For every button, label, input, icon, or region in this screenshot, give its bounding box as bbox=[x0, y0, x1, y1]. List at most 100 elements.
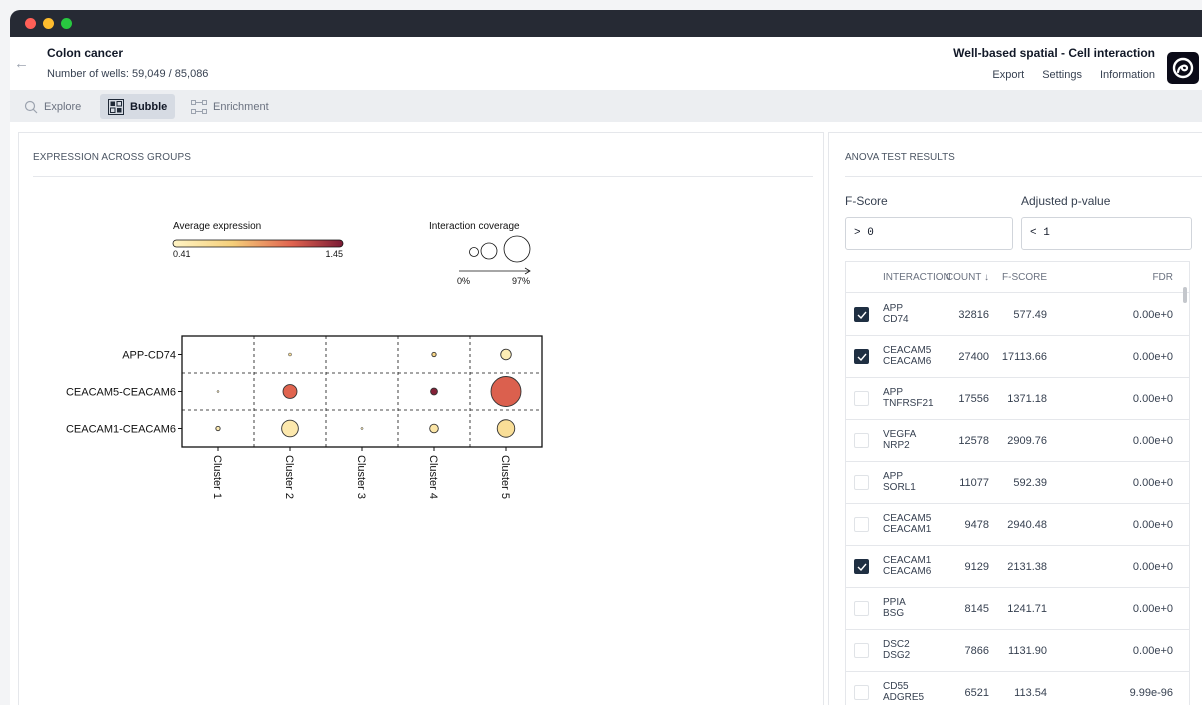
interaction-cell: CD55 ADGRE5 bbox=[883, 681, 924, 703]
back-arrow-icon[interactable]: ← bbox=[14, 55, 29, 72]
bubble-point[interactable] bbox=[496, 419, 516, 438]
bubble-point[interactable] bbox=[288, 352, 292, 357]
fdr-cell: 0.00e+0 bbox=[1132, 351, 1173, 363]
row-checkbox[interactable] bbox=[854, 475, 869, 490]
row-checkbox[interactable] bbox=[854, 601, 869, 616]
ligand-name: CEACAM1 bbox=[883, 555, 932, 566]
checkmark-icon bbox=[857, 563, 867, 571]
x-tick-label: Cluster 3 bbox=[355, 455, 367, 499]
bubble-point[interactable] bbox=[282, 384, 298, 399]
ligand-name: APP bbox=[883, 303, 904, 314]
pvalue-filter-input[interactable]: < 1 bbox=[1021, 217, 1192, 250]
count-cell: 9129 bbox=[964, 561, 989, 573]
bubble-point[interactable] bbox=[430, 387, 438, 396]
fscore-cell: 592.39 bbox=[1013, 477, 1047, 489]
information-link[interactable]: Information bbox=[1100, 69, 1155, 81]
row-checkbox[interactable] bbox=[854, 433, 869, 448]
row-checkbox[interactable] bbox=[854, 391, 869, 406]
interaction-column-header[interactable]: INTERACTION bbox=[883, 272, 951, 283]
anova-panel: ANOVA TEST RESULTS F-Score Adjusted p-va… bbox=[828, 132, 1202, 705]
table-row[interactable]: VEGFA NRP2 12578 2909.76 0.00e+0 bbox=[846, 420, 1189, 462]
row-checkbox[interactable] bbox=[854, 349, 869, 364]
bubble-label: Bubble bbox=[130, 100, 168, 113]
row-checkbox[interactable] bbox=[854, 685, 869, 700]
receptor-name: DSG2 bbox=[883, 650, 911, 661]
explore-label: Explore bbox=[44, 100, 82, 113]
explore-tab[interactable]: Explore bbox=[16, 94, 89, 119]
bubble-point[interactable] bbox=[360, 427, 364, 430]
receptor-name: TNFRSF21 bbox=[883, 398, 934, 409]
bubble-point[interactable] bbox=[215, 425, 221, 432]
row-checkbox[interactable] bbox=[854, 517, 869, 532]
color-legend-max: 1.45 bbox=[325, 249, 343, 259]
anova-results-table: INTERACTION COUNT ↓ F-SCORE FDR APP CD74 3… bbox=[845, 261, 1190, 705]
bubble-tab[interactable]: Bubble bbox=[100, 94, 176, 119]
fscore-filter-input[interactable]: > 0 bbox=[845, 217, 1013, 250]
checkmark-icon bbox=[857, 353, 867, 361]
bubble-point[interactable] bbox=[429, 423, 439, 434]
row-checkbox[interactable] bbox=[854, 307, 869, 322]
interaction-cell: PPIA BSG bbox=[883, 597, 906, 619]
analysis-mode-title: Well-based spatial - Cell interaction bbox=[953, 46, 1155, 60]
table-row[interactable]: APP TNFRSF21 17556 1371.18 0.00e+0 bbox=[846, 378, 1189, 420]
enrichment-label: Enrichment bbox=[213, 100, 269, 113]
interaction-cell: VEGFA NRP2 bbox=[883, 429, 916, 451]
maximize-window-button[interactable] bbox=[61, 18, 72, 29]
table-row[interactable]: CEACAM1 CEACAM6 9129 2131.38 0.00e+0 bbox=[846, 546, 1189, 588]
export-link[interactable]: Export bbox=[992, 69, 1024, 81]
size-legend-title: Interaction coverage bbox=[429, 221, 520, 232]
settings-link[interactable]: Settings bbox=[1042, 69, 1082, 81]
bubble-point[interactable] bbox=[500, 348, 512, 361]
fscore-cell: 2131.38 bbox=[1007, 561, 1047, 573]
count-cell: 27400 bbox=[958, 351, 989, 363]
fdr-cell: 0.00e+0 bbox=[1132, 645, 1173, 657]
table-row[interactable]: CD55 ADGRE5 6521 113.54 9.99e-96 bbox=[846, 672, 1189, 705]
wells-count: Number of wells: 59,049 / 85,086 bbox=[47, 68, 209, 80]
bubble-point[interactable] bbox=[431, 351, 437, 358]
row-checkbox[interactable] bbox=[854, 559, 869, 574]
receptor-name: CD74 bbox=[883, 314, 909, 325]
fdr-column-header[interactable]: FDR bbox=[1152, 272, 1173, 283]
table-row[interactable]: PPIA BSG 8145 1241.71 0.00e+0 bbox=[846, 588, 1189, 630]
interaction-cell: APP TNFRSF21 bbox=[883, 387, 934, 409]
bubble-plot-area: APP-CD74 CEACAM5-CEACAM6 CEACAM1-CEACAM6 Cl… bbox=[66, 335, 543, 499]
table-row[interactable]: CEACAM5 CEACAM1 9478 2940.48 0.00e+0 bbox=[846, 504, 1189, 546]
fdr-cell: 0.00e+0 bbox=[1132, 393, 1173, 405]
y-tick-label: CEACAM1-CEACAM6 bbox=[66, 424, 176, 436]
interaction-cell: APP SORL1 bbox=[883, 471, 916, 493]
table-row[interactable]: CEACAM5 CEACAM6 27400 17113.66 0.00e+0 bbox=[846, 336, 1189, 378]
header-menu: Export Settings Information bbox=[992, 69, 1155, 81]
plot-frame bbox=[181, 335, 543, 448]
ligand-name: APP bbox=[883, 387, 904, 398]
minimize-window-button[interactable] bbox=[43, 18, 54, 29]
app-header: ← Colon cancer Number of wells: 59,049 /… bbox=[10, 37, 1202, 89]
row-checkbox[interactable] bbox=[854, 643, 869, 658]
y-tick-label: CEACAM5-CEACAM6 bbox=[66, 387, 176, 399]
bubble-point[interactable] bbox=[490, 376, 522, 407]
fdr-cell: 0.00e+0 bbox=[1132, 309, 1173, 321]
count-column-header[interactable]: COUNT ↓ bbox=[946, 272, 989, 283]
receptor-name: NRP2 bbox=[883, 440, 910, 451]
color-legend-title: Average expression bbox=[173, 221, 261, 232]
table-row[interactable]: DSC2 DSG2 7866 1131.90 0.00e+0 bbox=[846, 630, 1189, 672]
ligand-name: DSC2 bbox=[883, 639, 910, 650]
table-row[interactable]: APP CD74 32816 577.49 0.00e+0 bbox=[846, 294, 1189, 336]
enrichment-tab[interactable]: Enrichment bbox=[183, 94, 277, 119]
count-cell: 7866 bbox=[964, 645, 989, 657]
close-window-button[interactable] bbox=[25, 18, 36, 29]
fscore-cell: 1371.18 bbox=[1007, 393, 1047, 405]
ligand-name: VEGFA bbox=[883, 429, 917, 440]
size-legend-min: 0% bbox=[457, 276, 470, 286]
receptor-name: ADGRE5 bbox=[883, 692, 925, 703]
table-header: INTERACTION COUNT ↓ F-SCORE FDR bbox=[846, 262, 1189, 293]
swirl-logo-icon bbox=[1172, 57, 1194, 79]
table-row[interactable]: APP SORL1 11077 592.39 0.00e+0 bbox=[846, 462, 1189, 504]
fscore-column-header[interactable]: F-SCORE bbox=[1002, 272, 1047, 283]
bubble-point[interactable] bbox=[281, 419, 299, 438]
view-toolbar: Explore Bubble Enrichment bbox=[10, 90, 1202, 122]
fdr-cell: 0.00e+0 bbox=[1132, 477, 1173, 489]
count-cell: 11077 bbox=[959, 477, 989, 489]
table-scrollbar[interactable] bbox=[1183, 287, 1187, 303]
x-tick-label: Cluster 4 bbox=[427, 455, 439, 499]
bubble-point[interactable] bbox=[216, 390, 220, 393]
